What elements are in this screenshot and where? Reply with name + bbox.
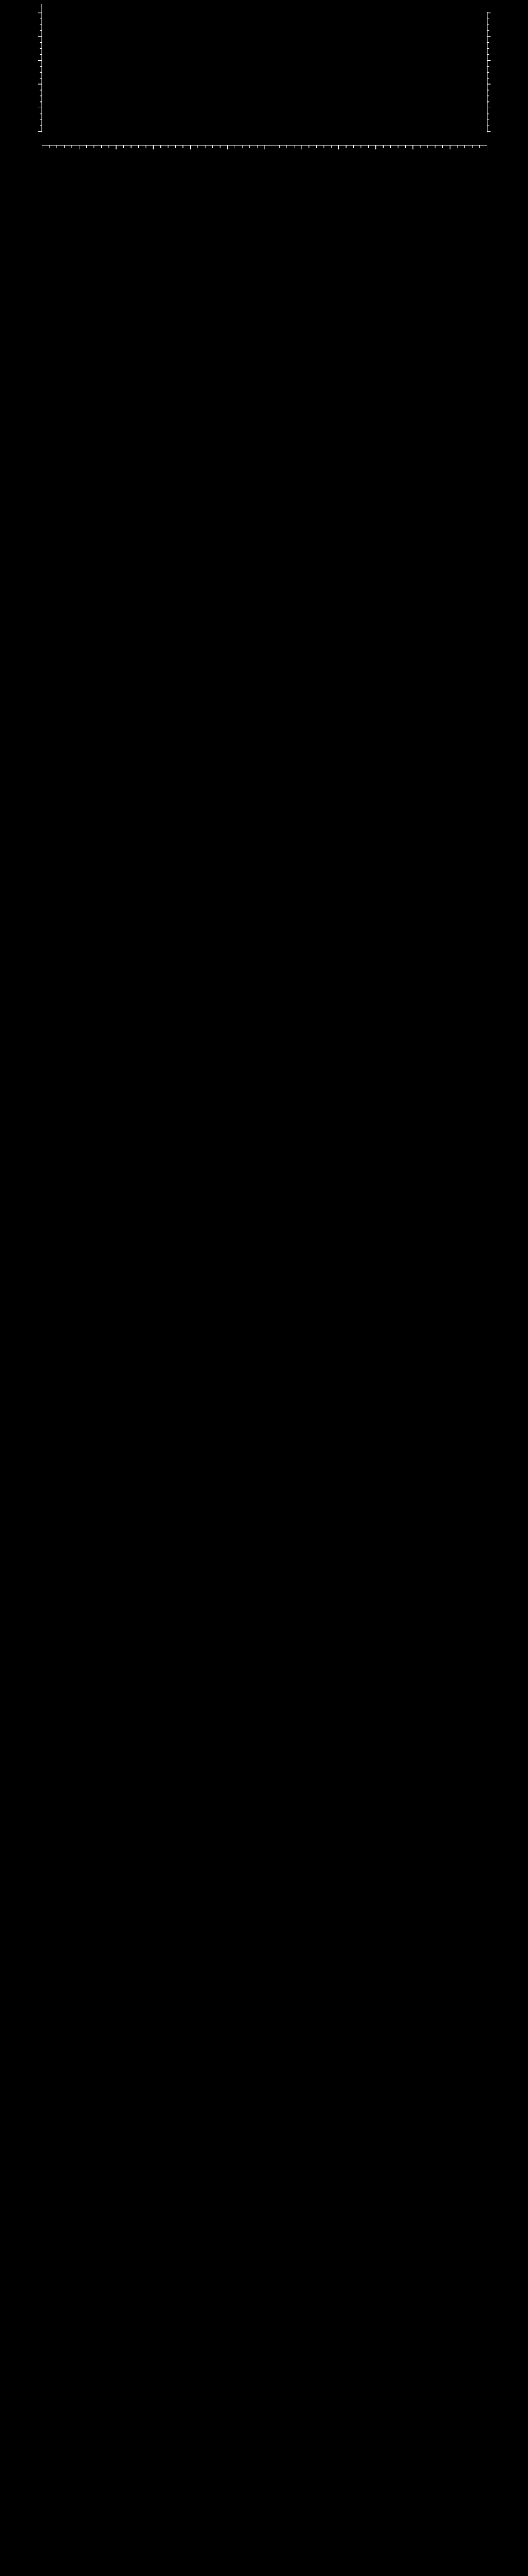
axes-svg [38, 4, 491, 149]
axis-lines [38, 4, 491, 149]
spectrogram-figure [0, 0, 528, 2576]
spectrogram-panel [0, 0, 528, 176]
